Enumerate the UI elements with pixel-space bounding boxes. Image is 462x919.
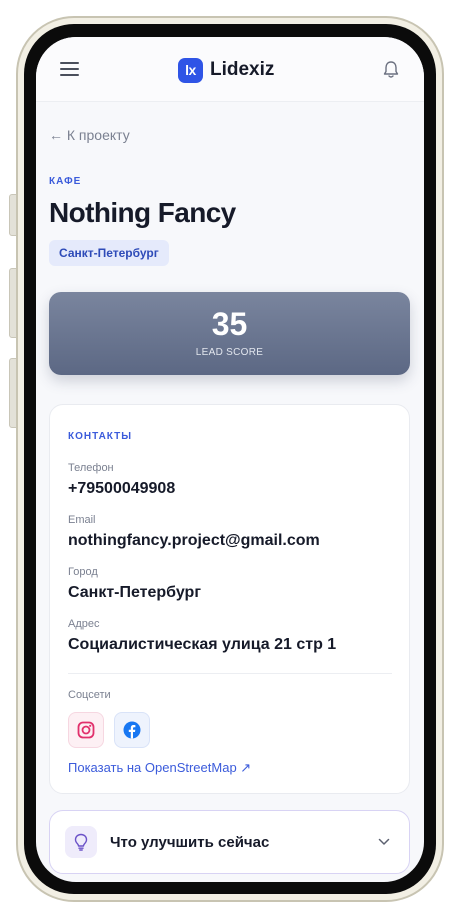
phone-value[interactable]: +79500049908 [68, 480, 175, 498]
lightbulb-icon [74, 833, 88, 851]
instagram-icon [77, 721, 95, 739]
city-value: Санкт-Петербург [68, 584, 201, 601]
app-logo[interactable]: lx Lidexiz [178, 57, 274, 83]
lead-score-value: 35 [211, 306, 248, 342]
improve-now-accordion[interactable]: Что улучшить сейчас [49, 810, 410, 874]
hamburger-icon[interactable] [60, 62, 79, 76]
contacts-card: КОНТАКТЫ Телефон +79500049908 Email noth… [49, 404, 410, 794]
lead-score-card: 35 LEAD SCORE [49, 292, 410, 375]
contacts-title: КОНТАКТЫ [68, 431, 133, 442]
improve-now-label: Что улучшить сейчас [110, 834, 270, 851]
app-header: lx Lidexiz [36, 37, 424, 102]
address-value: Социалистическая улица 21 стр 1 [68, 636, 337, 653]
contacts-divider [68, 673, 392, 674]
openstreetmap-link[interactable]: Показать на OpenStreetMap ↗ [68, 760, 251, 776]
page-title: Nothing Fancy [49, 197, 236, 228]
business-category: КАФЕ [49, 176, 82, 187]
phone-label: Телефон [68, 462, 114, 474]
email-label: Email [68, 514, 96, 526]
facebook-icon [123, 721, 141, 739]
logo-mark: lx [178, 57, 203, 83]
instagram-button[interactable] [68, 712, 104, 748]
socials-label: Соцсети [68, 689, 111, 701]
chevron-down-icon [378, 838, 390, 845]
city-label: Город [68, 566, 98, 578]
phone-screen: lx Lidexiz ← К проекту КАФЕ Nothing Fanc… [36, 37, 424, 882]
lightbulb-icon-box [65, 826, 97, 858]
facebook-button[interactable] [114, 712, 150, 748]
lead-score-label: LEAD SCORE [195, 347, 264, 358]
back-to-project-link[interactable]: ← К проекту [49, 127, 130, 143]
city-badge: Санкт-Петербург [49, 240, 169, 266]
logo-text: Lidexiz [210, 59, 275, 80]
bell-icon[interactable] [382, 60, 400, 79]
email-value[interactable]: nothingfancy.project@gmail.com [68, 532, 320, 550]
address-label: Адрес [68, 618, 100, 630]
